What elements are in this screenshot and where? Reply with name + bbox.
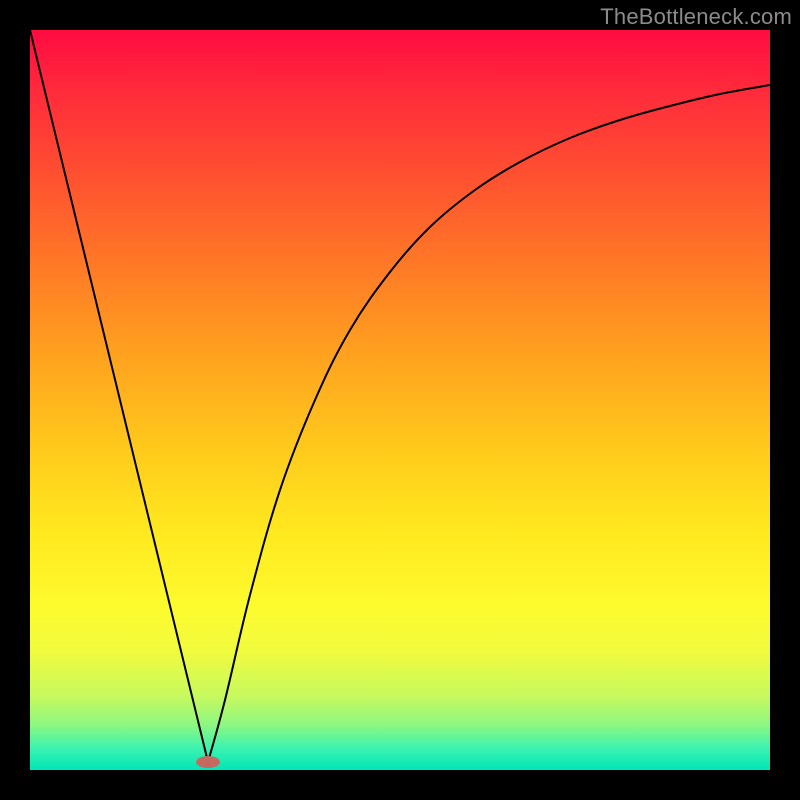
curve-right: [208, 85, 770, 762]
minimum-marker: [196, 756, 220, 768]
plot-area: [30, 30, 770, 770]
chart-frame: TheBottleneck.com: [0, 0, 800, 800]
plot-svg: [30, 30, 770, 770]
watermark-text: TheBottleneck.com: [600, 4, 792, 30]
curve-left: [30, 30, 208, 762]
